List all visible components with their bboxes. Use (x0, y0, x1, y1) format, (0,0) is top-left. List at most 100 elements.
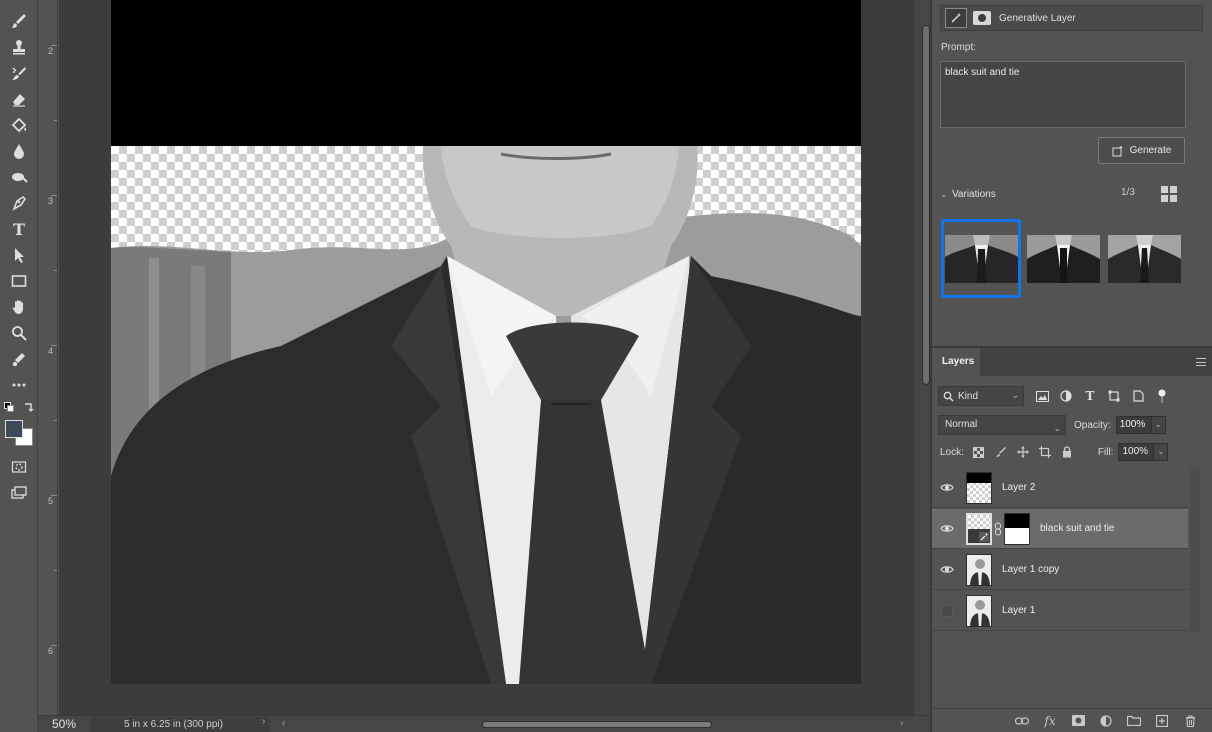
scroll-right-icon[interactable]: › (900, 718, 903, 729)
lock-all-icon[interactable] (1056, 442, 1078, 462)
eye-icon[interactable] (932, 509, 962, 549)
filter-toggle-icon[interactable] (1150, 386, 1174, 406)
chevron-right-icon[interactable]: › (262, 716, 265, 727)
adjustment-layer-icon[interactable] (1098, 713, 1114, 729)
generate-button[interactable]: Generate (1098, 137, 1185, 164)
smart-object-filter-icon[interactable] (1126, 386, 1150, 406)
suit-photo (111, 146, 861, 684)
layer-name: Layer 1 (1002, 605, 1036, 616)
layer-filter-row: Kind ⌄ T (938, 386, 1198, 406)
layer-name: Layer 1 copy (1002, 564, 1060, 575)
layer-row[interactable]: black suit and tie (932, 509, 1188, 549)
layers-panel: Layers Kind ⌄ T Normal ⌄ Opacity: 100% ⌄… (932, 346, 1212, 732)
foreground-color-swatch[interactable] (5, 420, 23, 438)
lock-pixels-icon[interactable] (990, 442, 1012, 462)
canvas-horizontal-scrollbar[interactable]: ‹ › (268, 718, 918, 730)
zoom-level[interactable]: 50% (38, 717, 90, 731)
chevron-down-icon[interactable]: ⌄ (1154, 443, 1169, 461)
layer-thumbnail (966, 594, 992, 627)
variation-thumbnail[interactable] (945, 235, 1018, 283)
scroll-left-icon[interactable]: ‹ (282, 718, 285, 729)
swap-colors-icon[interactable] (22, 402, 34, 414)
type-icon[interactable]: T (7, 218, 31, 240)
layer-row[interactable]: Layer 2 (932, 468, 1188, 508)
history-brush-icon[interactable] (7, 62, 31, 84)
status-bar: 50% 5 in x 6.25 in (300 ppi) › ‹ › (38, 715, 930, 732)
new-group-icon[interactable] (1126, 713, 1142, 729)
layer-row[interactable]: Layer 1 (932, 591, 1188, 631)
hand-icon[interactable] (7, 296, 31, 318)
prompt-input[interactable]: black suit and tie (940, 61, 1186, 128)
black-layer-fill (111, 0, 861, 146)
visibility-toggle-icon[interactable] (932, 591, 962, 631)
pixel-filter-icon[interactable] (1030, 386, 1054, 406)
layer-name: black suit and tie (1040, 523, 1115, 534)
canvas-vertical-scrollbar[interactable] (914, 0, 930, 715)
dodge-icon[interactable] (7, 166, 31, 188)
scrollbar-thumb[interactable] (922, 25, 930, 385)
link-layers-icon[interactable] (1014, 713, 1030, 729)
document-info: 5 in x 6.25 in (300 ppi) (90, 716, 270, 732)
blend-mode-select[interactable]: Normal ⌄ (938, 415, 1066, 435)
layer-thumbnail (966, 512, 992, 545)
layers-scrollbar[interactable] (1190, 468, 1200, 632)
ruler-mark: 4 (48, 346, 54, 356)
eye-icon[interactable] (932, 468, 962, 508)
screen-mode-icon[interactable] (7, 482, 31, 504)
chain-link-icon[interactable] (994, 522, 1002, 536)
type-filter-icon[interactable]: T (1078, 386, 1102, 406)
paint-bucket-icon[interactable] (7, 114, 31, 136)
ruler-mark: 6 (48, 646, 54, 656)
opacity-label: Opacity: (1074, 419, 1111, 431)
filter-kind-select[interactable]: Kind ⌄ (938, 386, 1024, 406)
layer-name: Layer 2 (1002, 482, 1036, 493)
document-canvas[interactable] (111, 0, 861, 684)
layers-footer: fx (932, 708, 1212, 732)
prompt-label: Prompt: (941, 42, 977, 53)
pen-icon[interactable] (7, 192, 31, 214)
canvas-area[interactable] (59, 0, 914, 715)
shape-filter-icon[interactable] (1102, 386, 1126, 406)
edit-toolbar-icon[interactable] (7, 348, 31, 370)
rectangle-icon[interactable] (7, 270, 31, 292)
more-icon[interactable] (7, 374, 31, 396)
add-mask-icon[interactable] (1070, 713, 1086, 729)
variation-thumbnail[interactable] (1027, 235, 1100, 283)
fx-icon[interactable]: fx (1042, 713, 1058, 729)
ruler-mark: 5 (48, 496, 54, 506)
variations-toggle[interactable]: ⌄ Variations (940, 186, 1186, 202)
lock-position-icon[interactable] (1012, 442, 1034, 462)
chevron-down-icon[interactable]: ⌄ (1151, 416, 1166, 434)
blur-drop-icon[interactable] (7, 140, 31, 162)
tab-layers[interactable]: Layers (932, 348, 980, 376)
default-colors-icon[interactable] (4, 402, 16, 414)
quick-mask-icon[interactable] (7, 456, 31, 478)
chevron-down-icon: ⌄ (1053, 423, 1061, 433)
lock-artboard-icon[interactable] (1034, 442, 1056, 462)
vertical-ruler: 2 3 4 5 6 (38, 0, 58, 715)
brush-icon[interactable] (7, 10, 31, 32)
path-selection-icon[interactable] (7, 244, 31, 266)
layer-row[interactable]: Layer 1 copy (932, 550, 1188, 590)
lock-label: Lock: (940, 446, 964, 458)
layer-mask-thumbnail[interactable] (1004, 512, 1030, 545)
layer-thumbnail (966, 553, 992, 586)
filter-kind-value: Kind (958, 390, 979, 402)
scrollbar-thumb[interactable] (482, 721, 712, 728)
grid-view-icon[interactable] (1161, 186, 1177, 202)
layers-tab-bar: Layers (932, 348, 1212, 376)
search-icon (943, 391, 954, 401)
adjustment-filter-icon[interactable] (1054, 386, 1078, 406)
delete-layer-icon[interactable] (1182, 713, 1198, 729)
eye-icon[interactable] (932, 550, 962, 590)
eraser-icon[interactable] (7, 88, 31, 110)
panel-menu-icon[interactable] (1196, 358, 1206, 366)
generative-layer-header: Generative Layer (940, 5, 1203, 31)
variation-thumbnail[interactable] (1108, 235, 1181, 283)
new-layer-icon[interactable] (1154, 713, 1170, 729)
clone-stamp-icon[interactable] (7, 36, 31, 58)
lock-transparency-icon[interactable] (968, 442, 990, 462)
fill-input[interactable]: 100% (1118, 443, 1155, 461)
zoom-icon[interactable] (7, 322, 31, 344)
opacity-input[interactable]: 100% (1115, 416, 1152, 434)
